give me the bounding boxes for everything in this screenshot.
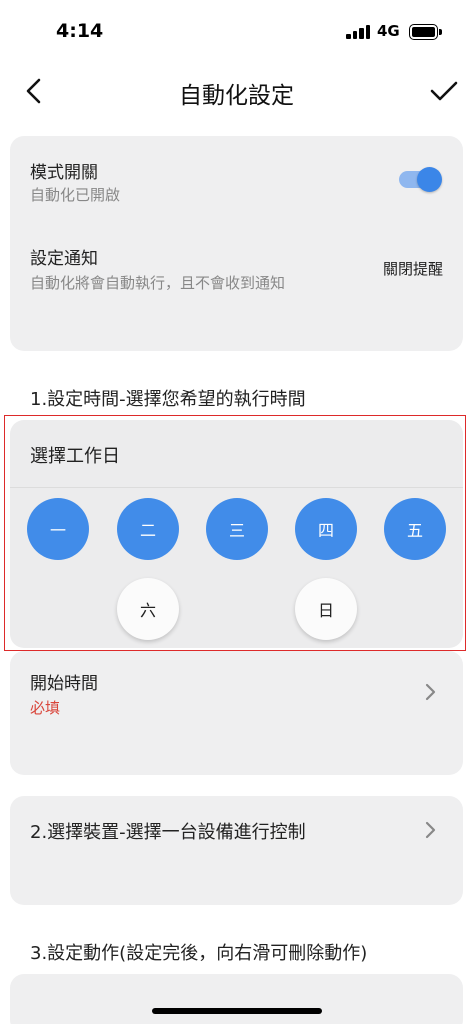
status-time: 4:14: [56, 20, 104, 42]
notify-description: 自動化將會自動執行，且不會收到通知: [30, 274, 286, 292]
mode-switch-title: 模式開關: [30, 163, 98, 183]
signal-icon: [346, 25, 372, 39]
day-button-fri[interactable]: 五: [384, 498, 446, 560]
day-button-sun[interactable]: 日: [295, 578, 357, 640]
notify-title: 設定通知: [30, 249, 98, 269]
mode-switch-status: 自動化已開啟: [30, 186, 121, 204]
weekday-picker: 選擇工作日 一 二 三 四 五 六 日: [10, 420, 463, 648]
section-action-label: 3.設定動作(設定完後，向右滑可刪除動作): [30, 943, 368, 964]
day-button-mon[interactable]: 一: [27, 498, 89, 560]
network-type: 4G: [377, 22, 400, 40]
day-button-tue[interactable]: 二: [117, 498, 179, 560]
page-title: 自動化設定: [179, 83, 294, 109]
day-button-sat[interactable]: 六: [117, 578, 179, 640]
confirm-button[interactable]: [428, 76, 460, 106]
nav-bar: 自動化設定: [0, 62, 473, 120]
chevron-right-icon: [425, 821, 436, 839]
section-time-label: 1.設定時間-選擇您希望的執行時間: [30, 389, 306, 410]
section-device-label: 2.選擇裝置-選擇一台設備進行控制: [30, 822, 306, 843]
chevron-right-icon: [425, 683, 436, 701]
actions-card: [10, 974, 463, 1024]
start-time-label: 開始時間: [30, 674, 98, 694]
divider: [10, 487, 463, 488]
weekday-header: 選擇工作日: [30, 446, 120, 467]
notify-setting-button[interactable]: 關閉提醒: [383, 258, 443, 279]
select-device-row[interactable]: 2.選擇裝置-選擇一台設備進行控制: [10, 796, 463, 905]
day-button-thu[interactable]: 四: [295, 498, 357, 560]
checkmark-icon: [430, 81, 458, 101]
home-indicator: [152, 1008, 322, 1014]
day-button-wed[interactable]: 三: [206, 498, 268, 560]
battery-icon: [409, 24, 442, 40]
start-time-row[interactable]: 開始時間 必填: [10, 651, 463, 775]
status-bar: 4:14 4G: [0, 0, 473, 62]
settings-card: 模式開關 自動化已開啟 設定通知 自動化將會自動執行，且不會收到通知 關閉提醒: [10, 136, 463, 351]
mode-toggle[interactable]: [397, 166, 443, 192]
required-hint: 必填: [30, 699, 61, 717]
